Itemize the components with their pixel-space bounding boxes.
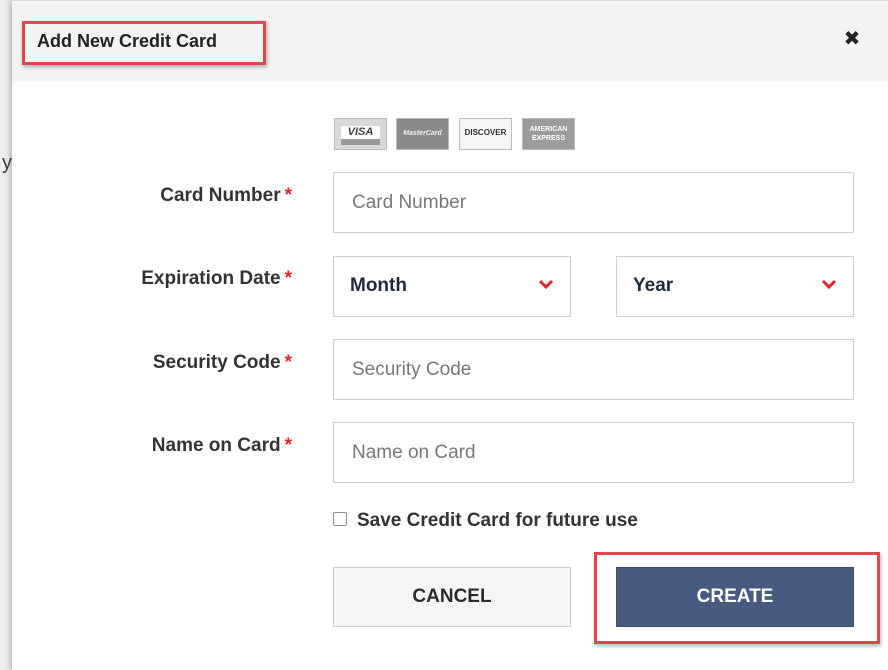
chevron-down-icon (821, 277, 837, 291)
name-on-card-label: Name on Card * (12, 435, 292, 457)
chevron-down-icon (538, 277, 554, 291)
cancel-button[interactable]: CANCEL (333, 567, 571, 627)
background-text: y (2, 152, 12, 174)
month-select-value: Month (350, 275, 407, 296)
close-icon[interactable]: ✖ (840, 27, 864, 51)
save-card-checkbox[interactable] (333, 512, 347, 526)
required-mark: * (284, 185, 292, 206)
save-card-label[interactable]: Save Credit Card for future use (357, 510, 638, 532)
mastercard-logo: MasterCard (396, 118, 449, 150)
expiration-date-label: Expiration Date * (12, 268, 292, 290)
add-credit-card-modal: Add New Credit Card ✖ VISA MasterCard DI… (12, 0, 888, 670)
year-select-value: Year (633, 275, 674, 296)
name-on-card-label-text: Name on Card (151, 435, 281, 456)
modal-title: Add New Credit Card (37, 31, 218, 51)
expiration-date-label-text: Expiration Date (141, 268, 281, 289)
name-on-card-input[interactable] (333, 422, 854, 483)
create-highlight-annotation (594, 552, 880, 644)
year-select[interactable]: Year (616, 256, 854, 317)
card-number-label: Card Number * (12, 185, 292, 207)
card-number-label-text: Card Number (160, 185, 281, 206)
security-code-input[interactable] (333, 339, 854, 400)
security-code-label: Security Code * (12, 352, 292, 374)
required-mark: * (284, 352, 292, 373)
modal-header: Add New Credit Card ✖ (12, 0, 888, 81)
visa-logo-text: VISA (341, 126, 380, 145)
month-select[interactable]: Month (333, 256, 571, 317)
required-mark: * (284, 435, 292, 456)
security-code-label-text: Security Code (152, 352, 281, 373)
visa-logo: VISA (334, 118, 387, 150)
discover-logo: DISCOVER (459, 118, 512, 150)
card-number-input[interactable] (333, 172, 854, 233)
amex-logo: AMERICAN EXPRESS (522, 118, 575, 150)
required-mark: * (284, 268, 292, 289)
